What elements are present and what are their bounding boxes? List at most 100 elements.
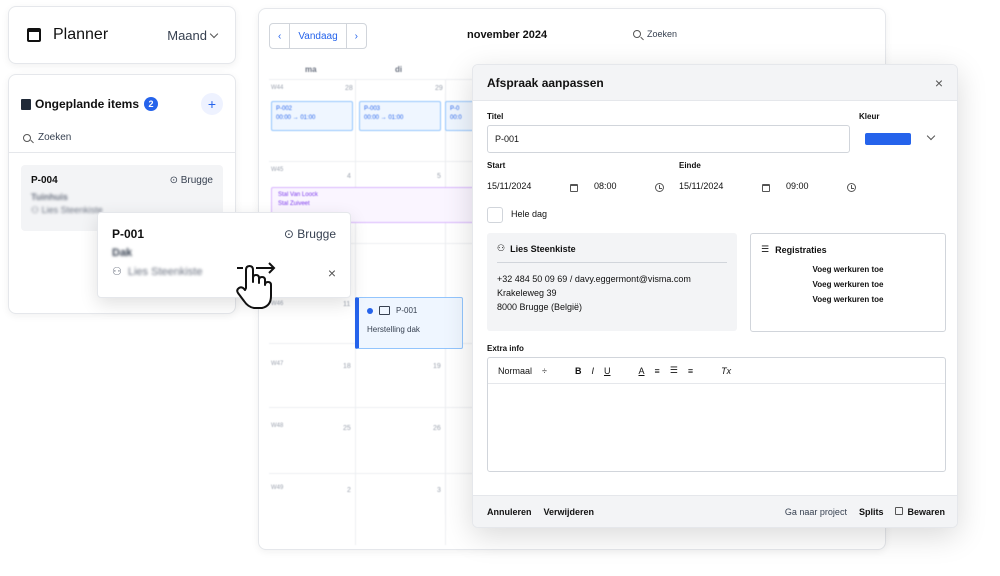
registrations-panel: ☰ Registraties Voeg werkuren toe Voeg wer…	[750, 233, 946, 332]
contact-name: Lies Steenkiste	[510, 243, 576, 254]
week-label: W47	[271, 361, 284, 367]
item-location: ⊙ Brugge	[169, 175, 213, 186]
drag-item-location: ⊙ Brugge	[283, 227, 336, 241]
align-button[interactable]: ≡	[688, 366, 693, 376]
drag-item-person: ⚇ Lies Steenkiste	[112, 265, 203, 279]
unplanned-header: Ongeplande items 2 +	[9, 75, 235, 119]
modal-title: Afspraak aanpassen	[487, 75, 604, 90]
planner-title: Planner	[53, 26, 109, 43]
list-icon: ☰	[761, 244, 770, 254]
unplanned-search-placeholder: Zoeken	[38, 132, 72, 143]
add-work-hours-link[interactable]: Voeg werkuren toe	[761, 265, 935, 274]
next-month-button[interactable]: ›	[347, 24, 366, 48]
go-to-project-button[interactable]: Ga naar project	[785, 507, 847, 517]
day-number: 2	[347, 487, 351, 494]
contact-card: ⚇ Lies Steenkiste +32 484 50 09 69 / davy…	[487, 233, 737, 331]
location-pin-icon: ⊙	[283, 227, 294, 241]
add-item-button[interactable]: +	[201, 93, 223, 115]
start-date-input[interactable]: 15/11/2024	[487, 181, 531, 191]
day-header: ma	[305, 65, 317, 74]
text-color-button[interactable]: A	[638, 366, 644, 376]
month-label: november 2024	[467, 29, 548, 41]
clock-icon[interactable]	[847, 183, 856, 192]
unplanned-count-badge: 2	[144, 97, 159, 111]
day-number: 29	[435, 85, 443, 92]
title-label: Titel	[487, 112, 504, 121]
day-number: 28	[345, 85, 353, 92]
day-number: 18	[343, 363, 351, 370]
placed-event-description: Herstelling dak	[367, 325, 420, 334]
dragged-item-card[interactable]: P-001 ⊙ Brugge Dak ⚇ Lies Steenkiste ×	[97, 212, 351, 298]
drag-item-close-button[interactable]: ×	[328, 265, 336, 281]
briefcase-icon	[379, 306, 390, 315]
person-icon: ⚇	[112, 266, 122, 278]
underline-button[interactable]: U	[604, 366, 611, 376]
day-number: 25	[343, 425, 351, 432]
day-number: 26	[433, 425, 441, 432]
clear-format-button[interactable]: Tx	[721, 366, 731, 376]
status-dot-icon	[367, 307, 373, 314]
split-button[interactable]: Splits	[859, 507, 884, 517]
calendar-icon[interactable]	[570, 184, 578, 192]
calendar-icon[interactable]	[762, 184, 770, 192]
calendar-navigation: ‹ Vandaag ›	[269, 23, 367, 49]
end-label: Einde	[679, 161, 701, 170]
add-work-hours-link[interactable]: Voeg werkuren toe	[761, 280, 935, 289]
calendar-event[interactable]: P-003 00:00 → 01:00	[359, 101, 441, 131]
registrations-title: Registraties	[775, 244, 827, 255]
clock-icon[interactable]	[655, 183, 664, 192]
start-label: Start	[487, 161, 506, 170]
edit-appointment-modal: Afspraak aanpassen × Titel P-001 Kleur S…	[472, 64, 958, 528]
search-icon	[633, 30, 641, 38]
select-arrows-icon[interactable]: ÷	[542, 366, 547, 376]
contact-street: Krakeleweg 39	[497, 288, 557, 298]
end-date-input[interactable]: 15/11/2024	[679, 181, 723, 191]
prev-month-button[interactable]: ‹	[270, 24, 289, 48]
text-style-select[interactable]: Normaal	[498, 366, 532, 376]
calendar-event[interactable]: P-0 00:0	[445, 101, 475, 131]
all-day-checkbox[interactable]	[487, 207, 503, 223]
start-time-input[interactable]: 08:00	[594, 181, 617, 191]
person-icon: ⚇	[497, 243, 506, 253]
bullet-list-button[interactable]: ☰	[670, 365, 678, 376]
cancel-button[interactable]: Annuleren	[487, 507, 532, 517]
calendar-search-input[interactable]: Zoeken	[633, 29, 677, 39]
tray-icon	[21, 98, 31, 110]
save-button[interactable]: Bewaren	[895, 506, 945, 517]
extra-info-editor[interactable]: Normaal ÷ B I U A ≡ ☰ ≡ Tx	[487, 357, 946, 472]
planner-header: Planner Maand	[8, 6, 236, 64]
drag-item-subtitle: Dak	[112, 247, 133, 259]
week-label: W48	[271, 423, 284, 429]
save-icon	[895, 506, 904, 515]
delete-button[interactable]: Verwijderen	[544, 507, 595, 517]
bold-button[interactable]: B	[575, 366, 582, 376]
chevron-down-icon[interactable]	[926, 131, 936, 141]
search-icon	[23, 133, 31, 142]
placed-event-id: P-001	[396, 306, 418, 315]
close-icon[interactable]: ×	[935, 75, 943, 91]
drag-item-id: P-001	[112, 227, 145, 241]
view-selector[interactable]: Maand	[167, 28, 219, 43]
day-number: 11	[343, 301, 351, 308]
calendar-event[interactable]: P-002 00:00 → 01:00	[271, 101, 353, 131]
placed-event[interactable]: P-001 Herstelling dak	[355, 297, 463, 349]
drag-hand-cursor-icon	[236, 262, 276, 309]
all-day-label: Hele dag	[511, 209, 548, 219]
unplanned-search-input[interactable]: Zoeken	[9, 123, 235, 153]
contact-phone-email: +32 484 50 09 69 / davy.eggermont@visma.…	[497, 274, 691, 284]
day-number: 3	[437, 487, 441, 494]
today-button[interactable]: Vandaag	[289, 24, 347, 48]
contact-city: 8000 Brugge (België)	[497, 302, 583, 312]
calendar-icon	[27, 28, 41, 42]
day-number: 4	[347, 173, 351, 180]
add-work-hours-link[interactable]: Voeg werkuren toe	[761, 295, 935, 304]
item-id: P-004	[31, 175, 58, 186]
color-swatch[interactable]	[865, 133, 911, 145]
italic-button[interactable]: I	[591, 366, 594, 376]
title-input[interactable]: P-001	[487, 125, 850, 153]
week-label: W45	[271, 167, 284, 173]
day-number: 5	[437, 173, 441, 180]
ordered-list-button[interactable]: ≡	[655, 366, 660, 376]
end-time-input[interactable]: 09:00	[786, 181, 809, 191]
color-label: Kleur	[859, 112, 880, 121]
